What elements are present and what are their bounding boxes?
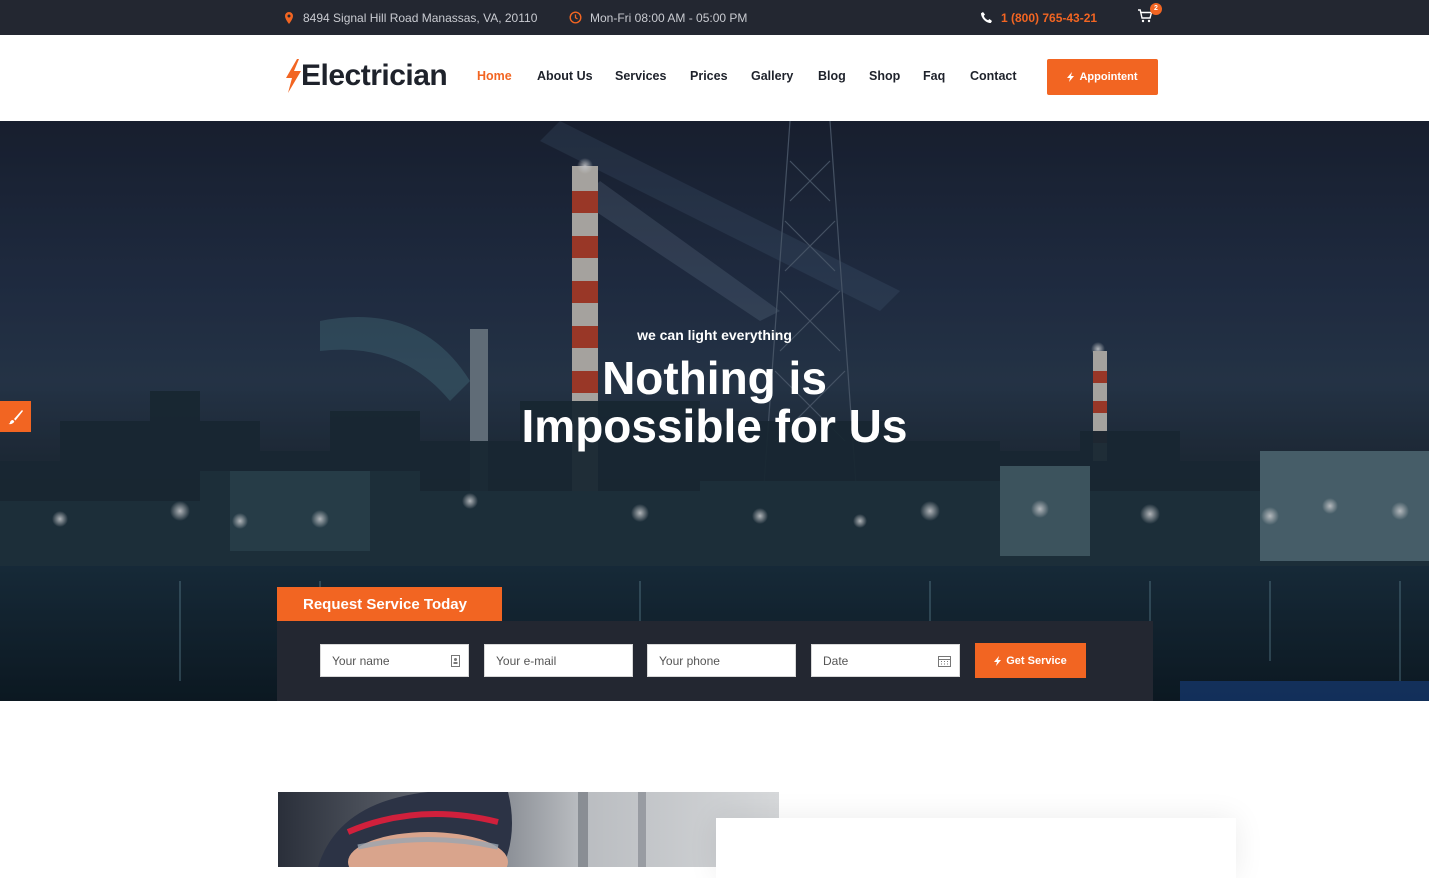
bolt-icon [994, 655, 1002, 666]
address-text: 8494 Signal Hill Road Manassas, VA, 2011… [303, 10, 538, 25]
nav-gallery[interactable]: Gallery [751, 69, 793, 83]
contact-card-icon [451, 655, 460, 667]
hero-kicker: we can light everything [637, 327, 792, 343]
hero-section: we can light everything Nothing is Impos… [0, 121, 1429, 701]
theme-customizer-button[interactable] [0, 401, 31, 432]
nav-prices[interactable]: Prices [690, 69, 728, 83]
get-service-label: Get Service [1006, 654, 1067, 667]
hero-title: Nothing is Impossible for Us [0, 354, 1429, 450]
appointment-button[interactable]: Appointent [1047, 59, 1158, 95]
nav-about-us[interactable]: About Us [537, 69, 593, 83]
paintbrush-icon [8, 409, 23, 424]
email-placeholder: Your e-mail [496, 653, 557, 668]
get-service-button[interactable]: Get Service [975, 643, 1086, 678]
hours-item: Mon-Fri 08:00 AM - 05:00 PM [569, 0, 747, 35]
logo-text: Electrician [301, 59, 448, 92]
main-header: Electrician Home About Us Services Price… [0, 35, 1429, 121]
phone-field[interactable]: Your phone [647, 644, 796, 677]
about-card [716, 818, 1236, 878]
date-field[interactable]: Date [811, 644, 960, 677]
request-service-tab: Request Service Today [277, 587, 502, 621]
cart-count-badge: 2 [1150, 3, 1162, 15]
name-placeholder: Your name [332, 653, 390, 668]
nav-shop[interactable]: Shop [869, 69, 900, 83]
email-field[interactable]: Your e-mail [484, 644, 633, 677]
phone-icon [980, 11, 993, 24]
clock-icon [569, 11, 582, 24]
phone-text: 1 (800) 765-43-21 [1001, 10, 1098, 25]
nav-services[interactable]: Services [615, 69, 666, 83]
date-placeholder: Date [823, 653, 849, 668]
hero-title-line2: Impossible for Us [521, 400, 908, 452]
top-bar: 8494 Signal Hill Road Manassas, VA, 2011… [0, 0, 1429, 35]
nav-contact[interactable]: Contact [970, 69, 1017, 83]
electrician-photo [278, 792, 779, 867]
appointment-label: Appointent [1079, 71, 1138, 83]
address-item: 8494 Signal Hill Road Manassas, VA, 2011… [283, 0, 537, 35]
map-pin-icon [283, 11, 295, 25]
nav-home[interactable]: Home [477, 69, 512, 83]
logo[interactable]: Electrician [284, 57, 448, 95]
calendar-icon [938, 656, 951, 667]
bolt-icon [1067, 72, 1075, 82]
nav-faq[interactable]: Faq [923, 69, 945, 83]
phone-placeholder: Your phone [659, 653, 720, 668]
hours-text: Mon-Fri 08:00 AM - 05:00 PM [590, 10, 748, 25]
name-field[interactable]: Your name [320, 644, 469, 677]
hero-title-line1: Nothing is [602, 352, 827, 404]
bolt-logo-icon [286, 59, 301, 93]
phone-link[interactable]: 1 (800) 765-43-21 [980, 0, 1097, 35]
nav-blog[interactable]: Blog [818, 69, 846, 83]
